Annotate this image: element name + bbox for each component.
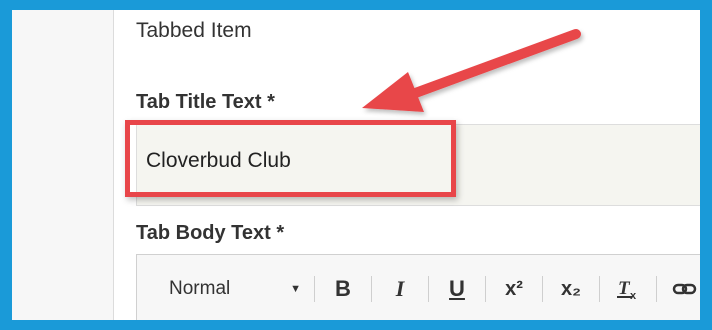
annotation-arrow-icon: [362, 29, 581, 112]
screenshot-frame: Tabbed Item Tab Title Text * Cloverbud C…: [12, 10, 700, 320]
